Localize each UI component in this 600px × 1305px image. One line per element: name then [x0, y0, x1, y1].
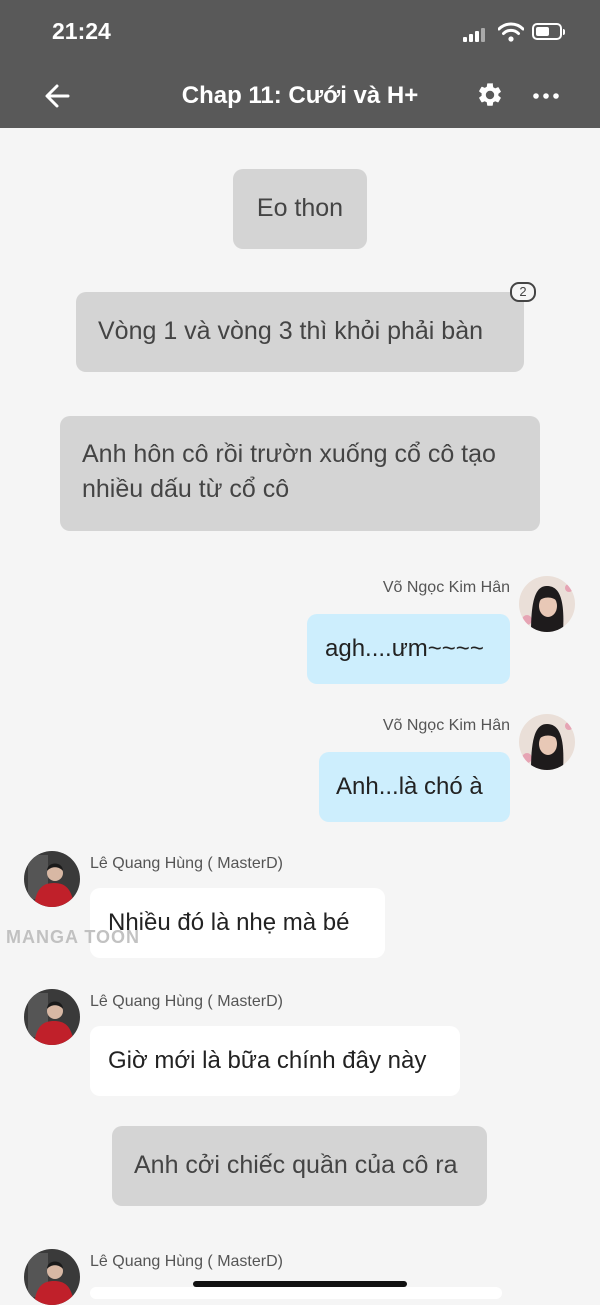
author-name: Lê Quang Hùng ( MasterD) — [90, 855, 283, 872]
message-bubble-right[interactable]: Anh...là chó à — [319, 752, 510, 822]
message-bubble-left[interactable] — [90, 1287, 502, 1299]
narration-text: Eo thon — [256, 194, 344, 222]
message-text: Nhiều đó là nhẹ mà bé — [108, 909, 350, 936]
message-bubble-left[interactable]: Giờ mới là bữa chính đây này — [90, 1026, 460, 1096]
narration-bubble[interactable]: Anh cởi chiếc quần của cô ra — [112, 1126, 487, 1206]
message-bubble-right[interactable]: agh....ưm~~~~ — [307, 614, 510, 684]
battery-level — [536, 27, 549, 36]
message-text: Giờ mới là bữa chính đây này — [108, 1047, 427, 1074]
narration-text: Anh hôn cô rồi trườn xuống cổ cô tạo nhi… — [82, 440, 496, 503]
avatar[interactable] — [24, 989, 80, 1045]
top-bar: 21:24 Chap 11: Cưới và H+ — [0, 0, 600, 128]
avatar[interactable] — [24, 851, 80, 907]
page-title: Chap 11: Cưới và H+ — [181, 82, 419, 109]
watermark-logo: MANGA TOON — [6, 927, 140, 947]
narration-text: Anh cởi chiếc quần của cô ra — [134, 1151, 458, 1179]
cellular-signal-icon — [463, 28, 489, 42]
avatar[interactable] — [519, 576, 575, 632]
wifi-icon — [498, 22, 524, 42]
more-horizontal-icon[interactable] — [530, 82, 562, 110]
status-time: 21:24 — [52, 18, 111, 44]
narration-text: Vòng 1 và vòng 3 thì khỏi phải bàn — [98, 317, 484, 345]
message-text: agh....ưm~~~~ — [325, 635, 484, 662]
author-name: Võ Ngọc Kim Hân — [382, 579, 510, 596]
narration-bubble[interactable]: Eo thon — [233, 169, 367, 249]
author-name: Võ Ngọc Kim Hân — [382, 717, 510, 734]
message-text: Anh...là chó à — [336, 773, 483, 800]
avatar[interactable] — [24, 1249, 80, 1305]
author-name: Lê Quang Hùng ( MasterD) — [90, 1253, 283, 1270]
narration-bubble[interactable]: Vòng 1 và vòng 3 thì khỏi phải bàn — [76, 292, 524, 372]
narration-bubble[interactable]: Anh hôn cô rồi trườn xuống cổ cô tạo nhi… — [60, 416, 540, 531]
gear-icon[interactable] — [476, 81, 504, 109]
author-name: Lê Quang Hùng ( MasterD) — [90, 993, 283, 1010]
avatar[interactable] — [519, 714, 575, 770]
comment-count: 2 — [519, 284, 527, 299]
home-indicator[interactable] — [193, 1281, 407, 1287]
battery-icon — [532, 23, 565, 40]
comment-count-icon[interactable]: 2 — [510, 282, 536, 302]
